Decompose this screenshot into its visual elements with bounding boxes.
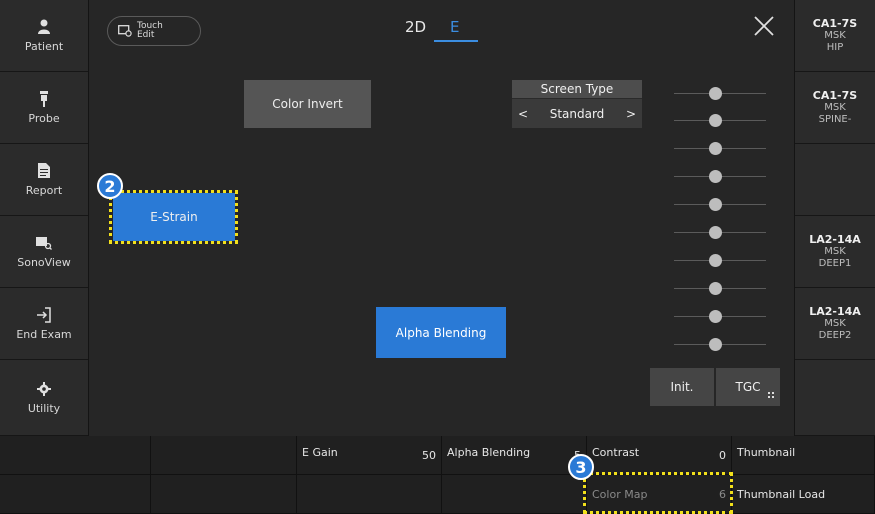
param-value: 0 <box>719 449 726 462</box>
right-sidebar-presets: CA1-7S MSK HIP CA1-7S MSK SPINE- LA2-14A… <box>795 0 875 436</box>
tgc-slider-knob[interactable] <box>709 114 722 127</box>
param-cell-empty[interactable] <box>442 475 587 514</box>
param-label: E Gain <box>302 446 338 459</box>
tgc-slider-knob[interactable] <box>709 142 722 155</box>
tgc-label: TGC <box>735 380 761 394</box>
sidebar-item-label: SonoView <box>17 255 71 269</box>
probe-icon <box>36 90 52 107</box>
param-thumbnail-load[interactable]: Thumbnail Load <box>732 475 875 514</box>
touch-edit-label: Touch Edit <box>137 21 163 40</box>
param-label: Contrast <box>592 446 640 459</box>
param-label: Thumbnail <box>737 446 796 459</box>
param-cell-empty[interactable] <box>151 436 297 475</box>
tgc-slider-knob[interactable] <box>709 226 722 239</box>
preset-category: MSK <box>824 246 846 257</box>
sonoview-icon <box>36 235 52 251</box>
init-button[interactable]: Init. <box>650 368 714 406</box>
param-value: 50 <box>422 449 436 462</box>
preset-item[interactable]: CA1-7S MSK SPINE- <box>795 72 875 144</box>
preset-name: DEEP2 <box>818 330 852 341</box>
param-label: Thumbnail Load <box>737 487 826 501</box>
param-cell-empty[interactable] <box>0 475 151 514</box>
left-sidebar: Patient Probe Report SonoView End Exam U… <box>0 0 88 436</box>
sidebar-item-label: Probe <box>28 111 60 125</box>
parameter-bar: E Gain 50 Alpha Blending 5 Contrast 0 Th… <box>0 436 875 514</box>
elastography-panel: Touch Edit 2D E Color Invert Screen Type … <box>88 0 795 436</box>
tgc-slider-knob[interactable] <box>709 282 722 295</box>
param-contrast[interactable]: Contrast 0 <box>587 436 732 475</box>
preset-item-empty[interactable] <box>795 144 875 216</box>
preset-item-empty[interactable] <box>795 360 875 436</box>
param-cell-empty[interactable] <box>297 475 442 514</box>
preset-item[interactable]: CA1-7S MSK HIP <box>795 0 875 72</box>
preset-probe: LA2-14A <box>809 233 861 246</box>
sidebar-item-label: End Exam <box>16 327 72 341</box>
preset-item[interactable]: LA2-14A MSK DEEP1 <box>795 216 875 288</box>
tgc-slider-knob[interactable] <box>709 338 722 351</box>
tgc-button[interactable]: TGC <box>716 368 780 406</box>
preset-name: SPINE- <box>818 114 852 125</box>
document-icon <box>36 163 52 179</box>
screen-type-prev-button[interactable]: < <box>518 107 528 121</box>
color-invert-button[interactable]: Color Invert <box>244 80 371 128</box>
preset-probe: CA1-7S <box>812 17 858 30</box>
step-badge: 2 <box>97 173 123 199</box>
param-e-gain[interactable]: E Gain 50 <box>297 436 442 475</box>
sidebar-item-probe[interactable]: Probe <box>0 72 88 144</box>
screen-type-selector[interactable]: Screen Type < Standard > <box>512 80 642 128</box>
highlight-box <box>109 190 238 244</box>
screen-type-value: Standard <box>549 106 605 121</box>
tab-e[interactable]: E <box>450 18 459 36</box>
sidebar-item-sonoview[interactable]: SonoView <box>0 216 88 288</box>
highlight-box <box>583 472 733 514</box>
screen-type-title: Screen Type <box>512 80 642 98</box>
param-label: Alpha Blending <box>447 446 531 459</box>
tgc-slider-knob[interactable] <box>709 198 722 211</box>
preset-probe: LA2-14A <box>809 305 861 318</box>
param-alpha-blending[interactable]: Alpha Blending 5 <box>442 436 587 475</box>
touch-edit-button[interactable]: Touch Edit <box>107 16 201 46</box>
exit-icon <box>36 306 52 323</box>
grid-dots-icon <box>768 387 774 401</box>
gear-icon <box>36 381 52 397</box>
preset-item[interactable]: LA2-14A MSK DEEP2 <box>795 288 875 360</box>
tgc-slider-knob[interactable] <box>709 310 722 323</box>
sidebar-item-label: Report <box>25 183 63 197</box>
active-tab-indicator <box>434 40 478 42</box>
tgc-slider-knob[interactable] <box>709 87 722 100</box>
step-badge: 3 <box>568 454 594 480</box>
sidebar-item-label: Patient <box>24 39 64 53</box>
sidebar-item-utility[interactable]: Utility <box>0 360 88 436</box>
close-icon[interactable] <box>752 14 776 38</box>
screen-type-next-button[interactable]: > <box>626 107 636 121</box>
sidebar-item-label: Utility <box>27 401 61 415</box>
preset-category: MSK <box>824 318 846 329</box>
alpha-blending-button[interactable]: Alpha Blending <box>376 307 506 358</box>
preset-category: MSK <box>824 30 846 41</box>
touch-edit-icon <box>118 22 132 41</box>
tab-2d[interactable]: 2D <box>405 18 426 36</box>
param-cell-empty[interactable] <box>0 436 151 475</box>
tgc-slider-knob[interactable] <box>709 254 722 267</box>
sidebar-item-end-exam[interactable]: End Exam <box>0 288 88 360</box>
sidebar-item-report[interactable]: Report <box>0 144 88 216</box>
preset-probe: CA1-7S <box>812 89 858 102</box>
param-thumbnail[interactable]: Thumbnail <box>732 436 875 475</box>
tgc-slider-knob[interactable] <box>709 170 722 183</box>
param-cell-empty[interactable] <box>151 475 297 514</box>
preset-name: HIP <box>826 42 844 53</box>
preset-category: MSK <box>824 102 846 113</box>
person-icon <box>36 19 52 35</box>
preset-name: DEEP1 <box>818 258 852 269</box>
sidebar-item-patient[interactable]: Patient <box>0 0 88 72</box>
